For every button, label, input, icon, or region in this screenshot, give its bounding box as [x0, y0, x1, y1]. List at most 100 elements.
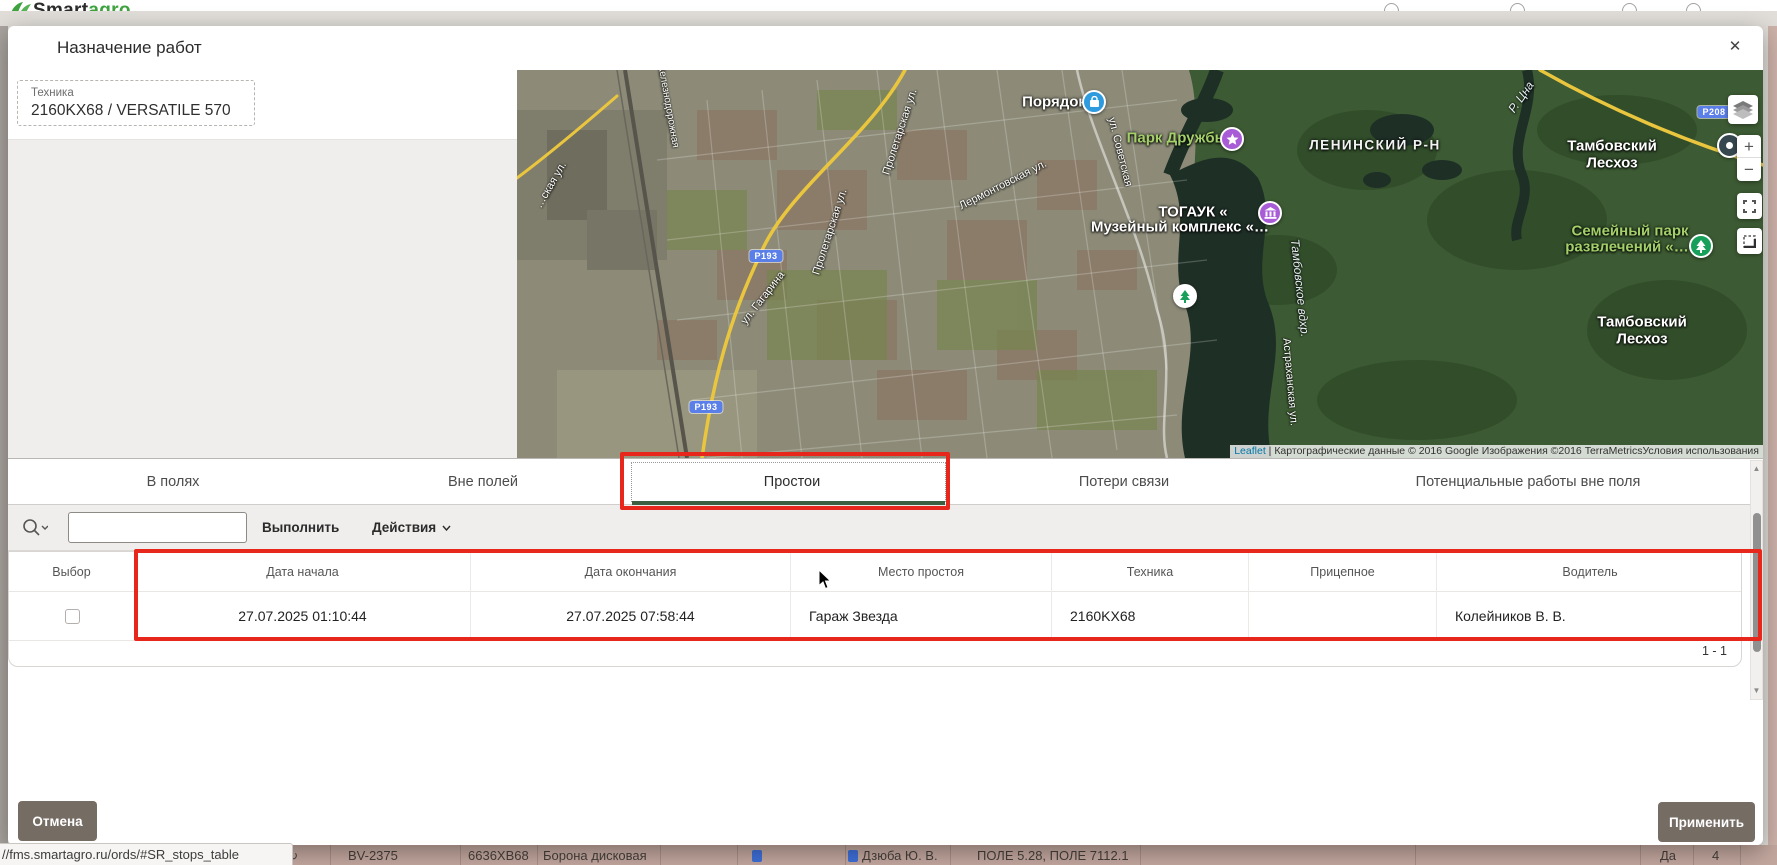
amusement-park-marker[interactable]	[1689, 234, 1713, 258]
idle-periods-table: ВыборДата началаДата окончанияМесто прос…	[8, 551, 1742, 667]
row-cell-4: Гараж Звезда	[791, 592, 1052, 641]
table-row[interactable]: 27.07.2025 01:10:4427.07.2025 07:58:44Га…	[9, 592, 1741, 641]
table-footer: 1 - 1	[9, 641, 1741, 666]
tech-field-label: Техника	[31, 87, 74, 99]
tab-в-полях[interactable]: В полях	[147, 474, 200, 490]
map-label: Тамбовский	[1567, 138, 1657, 155]
zoom-controls: + −	[1737, 135, 1761, 181]
museum-marker[interactable]	[1258, 201, 1282, 225]
smartagro-logo: Smartagro	[7, 0, 131, 11]
satellite-map[interactable]: ПорядокПарк ДружбыЛЕНИНСКИЙ Р-НТОГАУК «М…	[517, 70, 1763, 458]
actions-label: Действия	[372, 505, 436, 551]
park-poi-marker[interactable]	[1173, 284, 1197, 308]
background-divider	[950, 845, 951, 865]
smartagro-logo-icon	[7, 0, 33, 11]
logo-text-smart: Smart	[33, 0, 88, 11]
background-divider	[460, 845, 461, 865]
leaflet-link[interactable]: Leaflet	[1234, 445, 1266, 457]
road-badge-p208: P208	[1697, 106, 1730, 118]
column-header-1: Выбор	[9, 552, 135, 592]
execute-button[interactable]: Выполнить	[262, 505, 339, 551]
tech-card: Техника 2160KX68 / VERSATILE 570	[8, 70, 517, 140]
road-badge-p193: P193	[749, 250, 782, 262]
row-cell-2: 27.07.2025 01:10:44	[135, 592, 471, 641]
map-label: развлечений «…	[1565, 239, 1689, 256]
dim-overlay-left	[0, 26, 8, 845]
chevron-down-icon	[442, 525, 451, 531]
tab-простои[interactable]: Простои	[764, 474, 820, 490]
header-icon	[1686, 3, 1701, 11]
apply-button[interactable]: Применить	[1658, 802, 1755, 842]
zoom-out-button[interactable]: −	[1737, 158, 1761, 181]
background-cell: 4	[1712, 848, 1719, 863]
table-header: ВыборДата началаДата окончанияМесто прос…	[9, 552, 1741, 592]
table-toolbar: Выполнить Действия	[8, 505, 1763, 551]
row-cell-5: 2160KX68	[1052, 592, 1249, 641]
tech-field-value: 2160KX68 / VERSATILE 570	[31, 102, 231, 120]
column-header-3: Дата окончания	[471, 552, 791, 592]
left-panel: Техника 2160KX68 / VERSATILE 570	[8, 70, 517, 458]
park-marker[interactable]	[1220, 127, 1244, 151]
background-divider	[1740, 845, 1741, 865]
close-icon[interactable]: ✕	[1724, 36, 1746, 58]
page-header: Smartagro	[0, 0, 1777, 11]
background-cell: Дзюба Ю. В.	[862, 848, 938, 863]
dim-overlay-top	[0, 11, 1777, 26]
row-cell-7: Колейников В. В.	[1437, 592, 1743, 641]
actions-menu-button[interactable]: Действия	[372, 505, 451, 551]
row-cell-1	[9, 592, 135, 641]
map-label: Семейный парк	[1572, 223, 1689, 240]
screenshot-stage: Smartagro ↻ BV-23756636XB68Борона дисков…	[0, 0, 1777, 865]
map-label: Тамбовский	[1597, 314, 1687, 331]
scroll-down-icon[interactable]: ▼	[1751, 685, 1762, 697]
map-imagery	[517, 70, 1763, 458]
background-divider	[1415, 845, 1416, 865]
background-cell: Борона дисковая	[543, 848, 647, 863]
header-icon	[1384, 3, 1399, 11]
scrollbar-thumb[interactable]	[1753, 513, 1761, 652]
header-icon	[1510, 3, 1525, 11]
content-scrollbar[interactable]: ▲ ▼	[1750, 460, 1763, 700]
tech-field[interactable]: Техника 2160KX68 / VERSATILE 570	[17, 80, 255, 126]
row-cell-3: 27.07.2025 07:58:44	[471, 592, 791, 641]
search-input[interactable]	[68, 512, 247, 543]
road-badge-p193: P193	[689, 401, 722, 413]
tab-потенциальные-работы-вне-поля[interactable]: Потенциальные работы вне поля	[1416, 474, 1641, 490]
layers-control[interactable]	[1728, 95, 1758, 124]
shop-marker[interactable]	[1082, 90, 1106, 114]
map-attribution: Leaflet | Картографические данные © 2016…	[1230, 445, 1763, 458]
fullscreen-control[interactable]	[1737, 193, 1762, 219]
background-divider	[845, 845, 846, 865]
background-divider	[660, 845, 661, 865]
background-cell: ПОЛЕ 5.28, ПОЛЕ 7112.1	[977, 848, 1129, 863]
pagination: 1 - 1	[1702, 644, 1727, 658]
background-divider	[1693, 845, 1694, 865]
zoom-in-button[interactable]: +	[1737, 135, 1761, 158]
tab-вне-полей[interactable]: Вне полей	[448, 474, 518, 490]
background-divider	[537, 845, 538, 865]
column-header-7: Водитель	[1437, 552, 1743, 592]
map-label: ЛЕНИНСКИЙ Р-Н	[1309, 138, 1441, 153]
background-divider	[330, 845, 331, 865]
map-label: Порядок	[1022, 94, 1086, 111]
map-label: Парк Дружбы	[1127, 130, 1228, 147]
map-attribution-text: | Картографические данные © 2016 Google …	[1269, 445, 1759, 457]
row-cell-6	[1249, 592, 1437, 641]
background-cell: BV-2375	[348, 848, 398, 863]
tabs-bar: В полях Вне полей Простои Потери связи Потен…	[8, 458, 1763, 505]
map-label: Лесхоз	[1586, 155, 1637, 172]
background-divider	[737, 845, 738, 865]
background-cell: 6636XB68	[468, 848, 529, 863]
background-divider	[1640, 845, 1641, 865]
column-header-6: Прицепное	[1249, 552, 1437, 592]
scroll-up-icon[interactable]: ▲	[1751, 463, 1762, 475]
doc-icon	[752, 850, 762, 862]
modal-title: Назначение работ	[57, 38, 202, 58]
column-header-5: Техника	[1052, 552, 1249, 592]
dim-overlay-right	[1768, 26, 1777, 845]
search-icon[interactable]	[22, 516, 64, 540]
map-label: Лесхоз	[1616, 331, 1667, 348]
select-area-control[interactable]	[1737, 228, 1762, 254]
cancel-button[interactable]: Отмена	[18, 801, 97, 841]
tab-потери-связи[interactable]: Потери связи	[1079, 474, 1169, 490]
